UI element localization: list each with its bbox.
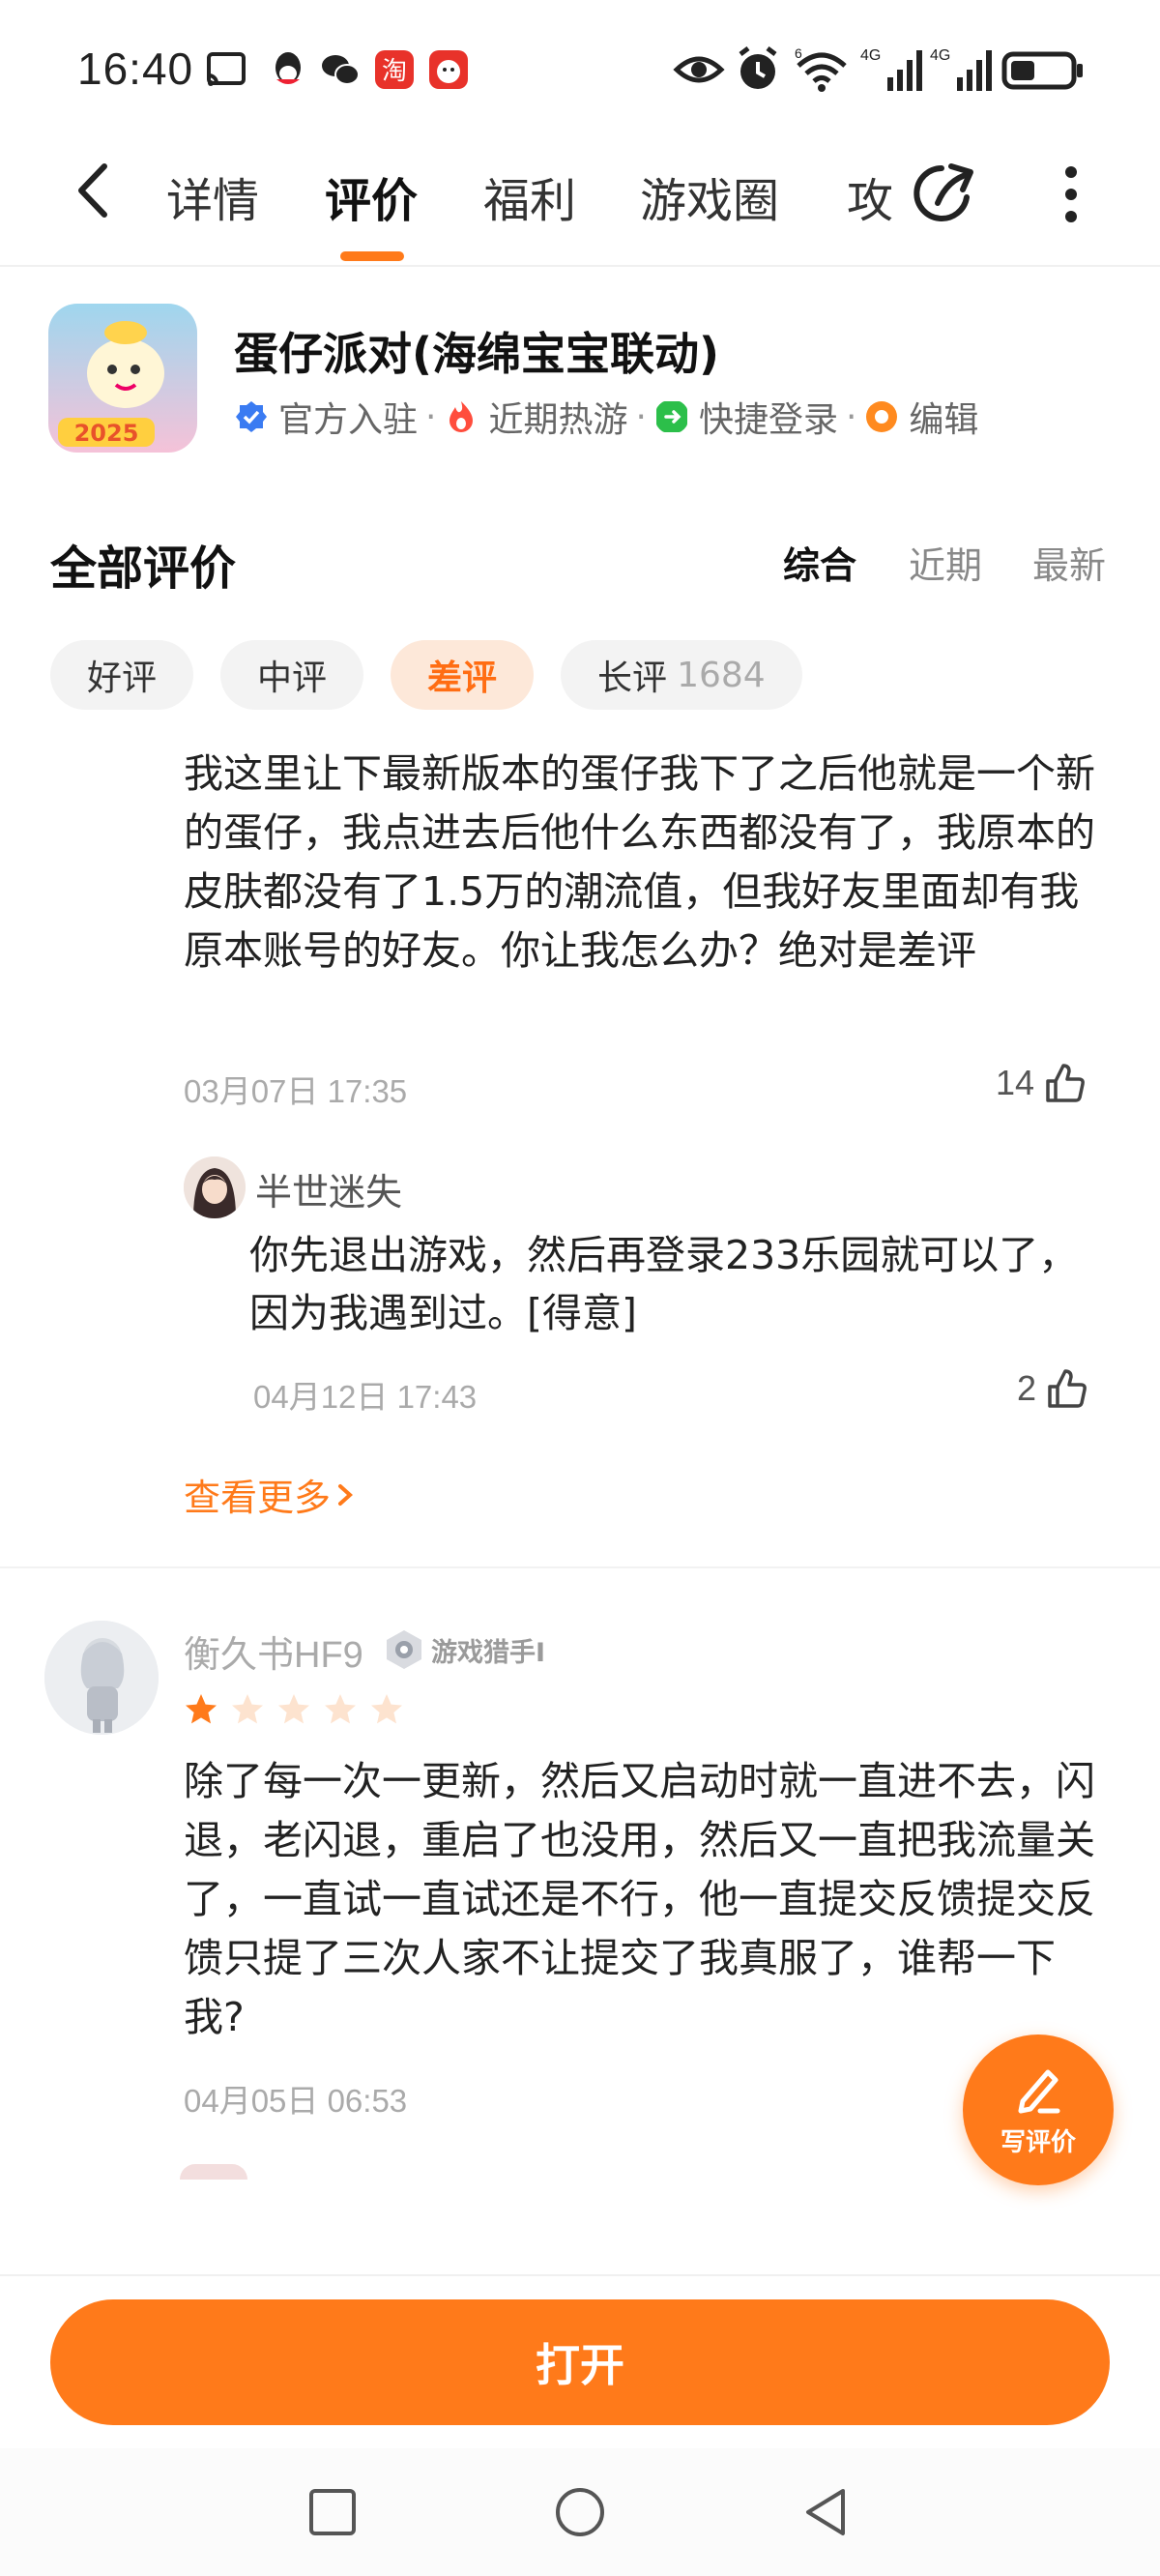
tab-details[interactable]: 详情 [166, 162, 259, 230]
editor-icon [866, 401, 898, 432]
filter-long-count: 1684 [677, 655, 766, 695]
reply-text: 你先退出游戏，然后再登录233乐园就可以了，因为我遇到过。[得意] [249, 1232, 1079, 1336]
review-filters: 好评 中评 差评 长评 1684 [50, 640, 829, 710]
svg-text:4G: 4G [930, 47, 950, 64]
active-tab-indicator [340, 251, 404, 261]
like-count: 2 [1017, 1368, 1037, 1408]
tab-guide[interactable]: 攻 [847, 162, 893, 230]
thumbs-up-icon [1046, 1064, 1085, 1102]
review-text: 除了每一次一更新，然后又启动时就一直进不去，闪退，老闪退，重启了也没用，然后又一… [184, 1758, 1095, 2040]
signal-4g-icon-2: 4G [930, 47, 992, 91]
thumbs-up-icon [1048, 1369, 1087, 1408]
back-icon[interactable] [60, 157, 128, 224]
svg-text:4G: 4G [860, 47, 881, 64]
star-rating [184, 1692, 416, 1727]
write-review-button[interactable]: 写评价 [963, 2034, 1114, 2185]
taobao-icon: 淘 [375, 50, 414, 89]
svg-text:6: 6 [795, 45, 802, 61]
star-empty-icon [371, 1694, 402, 1724]
reply-like-button[interactable]: 2 [1017, 1363, 1090, 1414]
sort-comprehensive[interactable]: 综合 [783, 536, 856, 589]
pencil-icon [1018, 2069, 1060, 2113]
signal-4g-icon: 4G [860, 47, 922, 91]
star-empty-icon [325, 1694, 356, 1724]
tag-editor: 编辑 [864, 392, 978, 442]
tag-official: 官方入驻 [234, 392, 418, 442]
more-options-icon[interactable] [1054, 161, 1088, 228]
svg-text:淘: 淘 [382, 57, 407, 86]
review-date: 04月05日 06:53 [184, 2083, 408, 2119]
chevron-right-icon [338, 1483, 354, 1506]
wifi-icon: 6 [795, 45, 847, 92]
game-title: 蛋仔派对(海绵宝宝联动) [234, 328, 720, 380]
filter-neutral[interactable]: 中评 [220, 640, 364, 710]
share-icon[interactable] [909, 159, 978, 228]
review-username[interactable]: 衡久书HF9 [184, 1625, 363, 1678]
sort-recent[interactable]: 近期 [909, 536, 982, 589]
hunter-badge-icon [387, 1630, 421, 1669]
eye-icon [673, 56, 725, 83]
app-red-icon [429, 50, 468, 89]
view-more-link[interactable]: 查看更多 [184, 1468, 360, 1521]
game-icon[interactable]: 2025 [48, 304, 197, 453]
tab-game-circle[interactable]: 游戏圈 [640, 162, 779, 230]
status-time: 16:40 [77, 44, 194, 94]
battery-icon [1001, 51, 1083, 90]
login-icon [655, 401, 687, 432]
star-empty-icon [232, 1694, 263, 1724]
tag-hot: 近期热游 [444, 392, 627, 442]
tag-quick-login: 快捷登录 [654, 392, 838, 442]
star-empty-icon [278, 1694, 309, 1724]
sort-newest[interactable]: 最新 [1032, 536, 1106, 589]
avatar[interactable] [184, 1156, 246, 1218]
user-level-badge: 游戏猎手I [383, 1626, 545, 1673]
system-navigation-bar [0, 2448, 1160, 2576]
tab-reviews[interactable]: 评价 [325, 162, 418, 230]
square-icon[interactable] [305, 2485, 360, 2539]
filter-long[interactable]: 长评 1684 [561, 640, 802, 710]
qq-icon [276, 52, 301, 84]
fire-icon [450, 401, 474, 432]
filter-negative[interactable]: 差评 [391, 640, 535, 710]
wechat-icon [322, 55, 360, 85]
verified-icon [236, 401, 267, 432]
circle-icon[interactable] [553, 2485, 607, 2539]
like-count: 14 [996, 1063, 1035, 1102]
review-text: 我这里让下最新版本的蛋仔我下了之后他就是一个新的蛋仔，我点进去后他什么东西都没有… [184, 750, 1095, 974]
avatar[interactable] [44, 1621, 159, 1735]
alarm-icon [739, 46, 777, 89]
section-title: 全部评价 [50, 542, 237, 596]
review-date: 03月07日 17:35 [184, 1073, 408, 1109]
svg-text:2025: 2025 [74, 420, 139, 447]
divider [0, 1566, 1160, 1568]
status-bar: 16:40 淘 6 4G 4G [0, 0, 1160, 135]
filter-positive[interactable]: 好评 [50, 640, 194, 710]
bottom-action-bar: 打开 [0, 2274, 1160, 2448]
triangle-back-icon[interactable] [798, 2485, 853, 2539]
reply-date: 04月12日 17:43 [253, 1379, 478, 1415]
like-button[interactable]: 14 [996, 1058, 1088, 1108]
reply-username[interactable]: 半世迷失 [255, 1162, 402, 1215]
open-button[interactable]: 打开 [50, 2299, 1110, 2425]
tab-welfare[interactable]: 福利 [483, 162, 576, 230]
star-filled-icon [186, 1694, 217, 1724]
avatar [180, 2164, 247, 2180]
game-tags: 官方入驻 · 近期热游 · 快捷登录 · 编辑 [234, 393, 978, 441]
top-nav: 详情 评价 福利 游戏圈 攻 [0, 135, 1160, 267]
cast-icon [207, 52, 246, 86]
